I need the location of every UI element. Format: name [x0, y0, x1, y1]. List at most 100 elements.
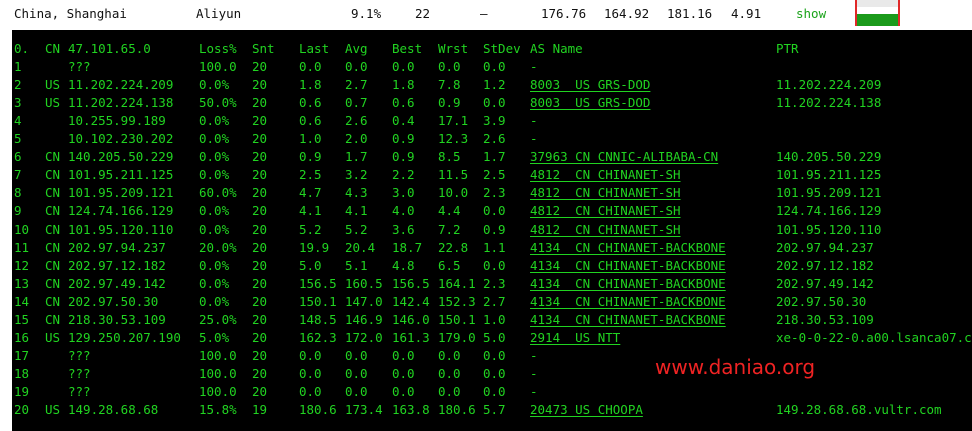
- hops-value: 22: [415, 6, 431, 21]
- as-name: 4812 CN CHINANET-SH: [530, 221, 681, 237]
- avg-ms: 173.4: [345, 402, 383, 417]
- last-ms: 0.6: [299, 95, 322, 111]
- ptr-record: 11.202.224.209: [776, 77, 882, 93]
- best-ms: 1.8: [392, 77, 415, 93]
- worst-ms: 17.1: [438, 113, 469, 129]
- loss-percent: 0.0%: [199, 293, 230, 309]
- country-code: CN: [45, 275, 61, 291]
- sent-count: 20: [252, 311, 268, 327]
- loss-percent: 0.0%: [199, 221, 230, 237]
- as-name: 4134 CN CHINANET-BACKBONE: [530, 311, 726, 327]
- host-ip: 202.97.50.30: [68, 293, 159, 309]
- summary-value-3: 181.16: [667, 6, 713, 21]
- as-name: 4134 CN CHINANET-BACKBONE: [530, 239, 726, 255]
- as-name: -: [530, 365, 538, 381]
- stdev-ms: 0.0: [483, 95, 506, 111]
- last-ms: 4.1: [299, 203, 322, 219]
- sent-count: 20: [252, 95, 268, 111]
- loss-value: 9.1%: [351, 6, 382, 21]
- last-ms: 180.6: [299, 402, 337, 417]
- hop-number: 13: [14, 275, 30, 291]
- as-name: 4134 CN CHINANET-BACKBONE: [530, 257, 726, 273]
- stdev-ms: 2.5: [483, 167, 506, 183]
- best-ms: 4.8: [392, 257, 415, 273]
- bar-graph-marker-left: [855, 0, 857, 26]
- stdev-ms: 0.0: [483, 383, 506, 399]
- best-ms: 18.7: [392, 239, 423, 255]
- best-ms: 0.9: [392, 149, 415, 165]
- ptr-record: 124.74.166.129: [776, 203, 882, 219]
- worst-ms: 0.0: [438, 365, 461, 381]
- sent-count: 20: [252, 203, 268, 219]
- ptr-record: xe-0-0-22-0.a00.lsanca07.c: [776, 329, 972, 345]
- summary-value-4: 4.91: [731, 6, 762, 21]
- avg-ms: 0.0: [345, 383, 368, 399]
- hop-number: 8: [14, 185, 22, 201]
- host-ip: ???: [68, 365, 91, 381]
- worst-ms: 6.5: [438, 257, 461, 273]
- sent-count: 20: [252, 77, 268, 93]
- worst-ms: 0.9: [438, 95, 461, 111]
- bar-graph-background: [855, 0, 900, 7]
- sent-count: 20: [252, 383, 268, 399]
- sent-count: 20: [252, 59, 268, 75]
- as-name: 4134 CN CHINANET-BACKBONE: [530, 275, 726, 291]
- hop-number: 10: [14, 221, 30, 237]
- country-code: CN: [45, 221, 61, 237]
- host-ip: ???: [68, 59, 91, 75]
- country-code: CN: [45, 41, 61, 56]
- host-ip: 101.95.209.121: [68, 185, 174, 201]
- stdev-ms: 3.9: [483, 113, 506, 129]
- sent-count: 20: [252, 113, 268, 129]
- stdev-ms: 0.0: [483, 365, 506, 381]
- last-ms: 0.9: [299, 149, 322, 165]
- best-ms: 4.0: [392, 203, 415, 219]
- best-ms: 163.8: [392, 402, 430, 417]
- loss-percent: 0.0%: [199, 203, 230, 219]
- host-ip: 140.205.50.229: [68, 149, 174, 165]
- host-ip: ???: [68, 383, 91, 399]
- hop-number: 14: [14, 293, 30, 309]
- hop-number: 5: [14, 131, 22, 147]
- hop-number: 15: [14, 311, 30, 327]
- avg-ms: 4.3: [345, 185, 368, 201]
- loss-percent: 25.0%: [199, 311, 237, 327]
- host-ip: 218.30.53.109: [68, 311, 166, 327]
- as-name: 8003 US GRS-DOD: [530, 77, 651, 93]
- hop-number: 11: [14, 239, 30, 255]
- as-name: 4812 CN CHINANET-SH: [530, 185, 681, 201]
- worst-ms: 0.0: [438, 383, 461, 399]
- mtr-terminal: 0. CN 47.101.65.0 Loss% Snt Last Avg Best Wrst St…: [12, 30, 972, 431]
- host-ip: 149.28.68.68: [68, 402, 159, 417]
- provider-label: Aliyun: [196, 6, 242, 21]
- host-ip: 101.95.211.125: [68, 167, 174, 183]
- worst-ms: 0.0: [438, 59, 461, 75]
- loss-percent: 50.0%: [199, 95, 237, 111]
- as-name: -: [530, 131, 538, 147]
- avg-ms: 1.7: [345, 149, 368, 165]
- worst-ms: 7.2: [438, 221, 461, 237]
- hop-number: 20: [14, 402, 30, 417]
- last-ms: 19.9: [299, 239, 330, 255]
- bar-graph-marker-right: [898, 0, 900, 26]
- avg-ms: 5.1: [345, 257, 368, 273]
- loss-percent: 15.8%: [199, 402, 237, 417]
- as-name: -: [530, 347, 538, 363]
- best-ms: 0.0: [392, 383, 415, 399]
- country-code: US: [45, 329, 61, 345]
- host-ip: 129.250.207.190: [68, 329, 181, 345]
- last-ms: Last: [299, 41, 330, 56]
- worst-ms: 150.1: [438, 311, 476, 327]
- stdev-ms: 2.7: [483, 293, 506, 309]
- stdev-ms: 1.0: [483, 311, 506, 327]
- avg-ms: 0.7: [345, 95, 368, 111]
- sent-count: 20: [252, 221, 268, 237]
- hop-number: 18: [14, 365, 30, 381]
- country-code: US: [45, 77, 61, 93]
- best-ms: 0.0: [392, 59, 415, 75]
- stdev-ms: 2.6: [483, 131, 506, 147]
- ptr-record: 101.95.211.125: [776, 167, 882, 183]
- loss-percent: 0.0%: [199, 275, 230, 291]
- show-link[interactable]: show: [796, 6, 826, 21]
- host-ip: 202.97.12.182: [68, 257, 166, 273]
